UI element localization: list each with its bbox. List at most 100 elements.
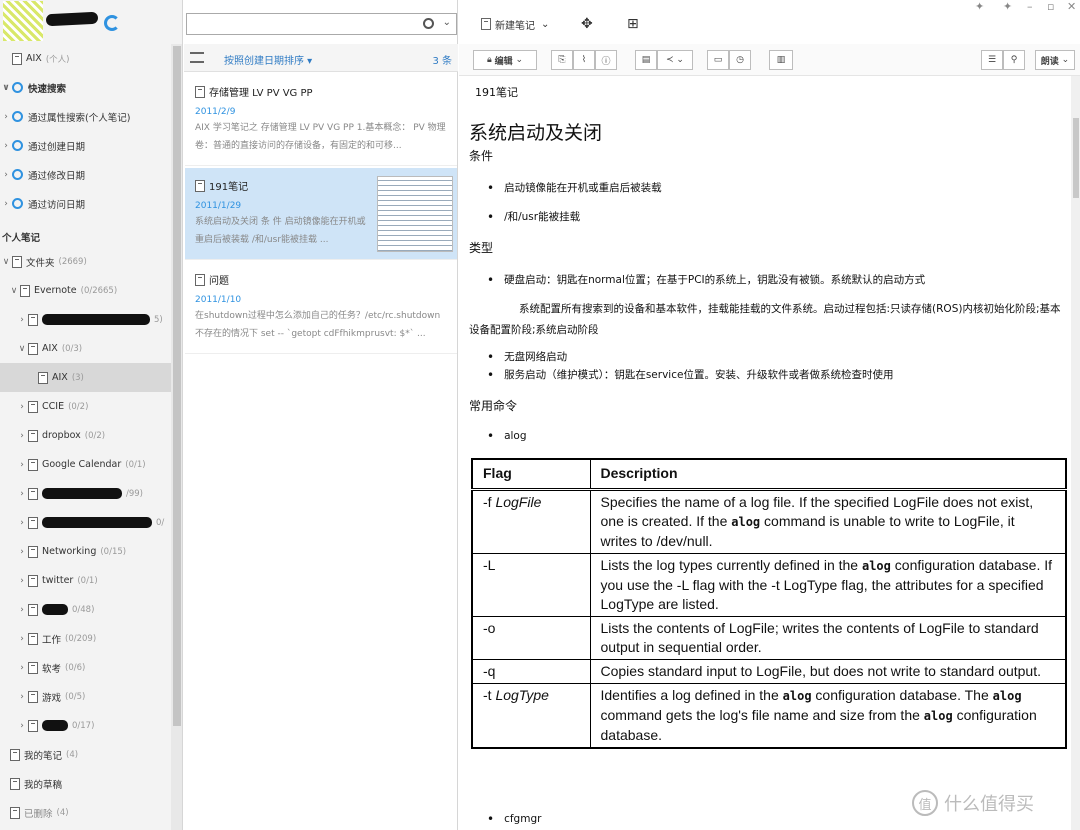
- note-item[interactable]: 存储管理 LV PV VG PP 2011/2/9 AIX 学习笔记之 存储管理…: [185, 74, 457, 166]
- info-icon[interactable]: ⓘ: [595, 50, 617, 70]
- maximize-icon[interactable]: ▫: [1047, 0, 1054, 13]
- label: Google Calendar: [42, 459, 122, 470]
- redaction: [42, 604, 68, 615]
- pin-icon[interactable]: ✦: [975, 0, 984, 13]
- count: (0/6): [65, 662, 86, 673]
- quick-search-item[interactable]: › 通过属性搜索(个人笔记): [0, 102, 171, 131]
- description-cell: Identifies a log defined in the alog con…: [589, 682, 1067, 748]
- account-header: [0, 0, 182, 44]
- outline-icon[interactable]: ☰: [981, 50, 1003, 70]
- quick-search-header[interactable]: ∨ 快速搜索: [0, 73, 171, 102]
- sidebar-item-redacted[interactable]: › 5): [0, 305, 171, 334]
- quick-search-item[interactable]: › 通过创建日期: [0, 131, 171, 160]
- sidebar-item-work[interactable]: › 工作 (0/209): [0, 624, 171, 653]
- bullet-item: 硬盘启动：钥匙在normal位置；在基于PCI的系统上，钥匙没有被锁。系统默认的…: [487, 272, 925, 287]
- sort-dropdown[interactable]: 按照创建日期排序 ▾: [224, 52, 312, 67]
- sidebar-item-deleted[interactable]: 已删除 (4): [0, 798, 171, 827]
- sidebar-item-aix[interactable]: ∨ AIX (0/3): [0, 334, 171, 363]
- sidebar-item-aix-personal[interactable]: AIX (个人): [0, 44, 171, 73]
- note-icon: [195, 85, 205, 98]
- bullet-item: /和/usr能被挂载: [487, 209, 580, 224]
- table-row: -q Copies standard input to LogFile, but…: [471, 658, 1067, 684]
- bullet-item: 无盘网络启动: [487, 349, 567, 364]
- move-icon[interactable]: ✥: [581, 13, 593, 35]
- content-scroll-thumb[interactable]: [1073, 118, 1079, 198]
- read-aloud-button[interactable]: 朗读 ⌄: [1035, 50, 1075, 70]
- watermark-logo: 值: [912, 790, 938, 816]
- column-header: Description: [589, 458, 1067, 491]
- sidebar-item-drafts[interactable]: 我的草稿: [0, 769, 171, 798]
- sidebar-item-networking[interactable]: › Networking (0/15): [0, 537, 171, 566]
- sidebar-item-my-notes[interactable]: 我的笔记 (4): [0, 740, 171, 769]
- sidebar-item-twitter[interactable]: › twitter (0/1): [0, 566, 171, 595]
- search-input[interactable]: ⌄: [186, 13, 457, 35]
- table-row: -o Lists the contents of LogFile; writes…: [471, 615, 1067, 660]
- sort-label: 按照创建日期排序: [224, 56, 304, 67]
- label: 我的草稿: [24, 779, 63, 791]
- sync-icon[interactable]: [104, 15, 120, 31]
- chevron-down-icon[interactable]: ⌄: [443, 17, 451, 28]
- sidebar-item-game[interactable]: › 游戏 (0/5): [0, 682, 171, 711]
- count: (0/209): [65, 633, 97, 644]
- label: AIX: [26, 53, 42, 64]
- trash-icon[interactable]: ▥: [769, 50, 793, 70]
- archive-icon[interactable]: ▤: [635, 50, 657, 70]
- sort-icon[interactable]: [190, 52, 204, 63]
- label: 朗读: [1040, 56, 1059, 67]
- sidebar-item-redacted[interactable]: › 0/: [0, 508, 171, 537]
- sidebar-item-google-calendar[interactable]: › Google Calendar (0/1): [0, 450, 171, 479]
- label: Networking: [42, 546, 97, 557]
- close-icon[interactable]: ✕: [1067, 0, 1076, 13]
- edit-button[interactable]: 🔒︎ 编辑 ⌄: [473, 50, 537, 70]
- note-title-field[interactable]: 191笔记: [475, 84, 518, 100]
- clock-icon[interactable]: ◷: [729, 50, 751, 70]
- section-heading: 常用命令: [469, 399, 518, 413]
- note-item[interactable]: 问题 2011/1/10 在shutdown过程中怎么添加自己的任务？/etc/…: [185, 262, 457, 354]
- bullet-text: 服务启动（维护模式）：钥匙在service位置。安装、升级软件或者做系统检查时使…: [504, 369, 894, 381]
- sidebar: AIX (个人) ∨ 快速搜索 › 通过属性搜索(个人笔记) › 通过创建日期 › 通过修…: [0, 0, 183, 830]
- bullet-item: cfgmgr: [487, 812, 541, 826]
- notebook-icon: [20, 284, 30, 297]
- sidebar-item-evernote[interactable]: ∨ Evernote (0/2665): [0, 276, 171, 305]
- zoom-icon[interactable]: ⚲: [1003, 50, 1025, 70]
- search-icon: [12, 140, 23, 151]
- sidebar-item-redacted[interactable]: › 0/48): [0, 595, 171, 624]
- minimize-icon[interactable]: –: [1027, 0, 1033, 13]
- sidebar-scroll-thumb[interactable]: [173, 46, 181, 726]
- grid-view-icon[interactable]: ⊞: [627, 13, 639, 35]
- settings-icon[interactable]: ✦: [1003, 0, 1012, 13]
- count: (0/1): [77, 575, 98, 586]
- count: (个人): [45, 54, 70, 65]
- comment-icon[interactable]: ▭: [707, 50, 729, 70]
- note-item[interactable]: 191笔记 2011/1/29 系统启动及关闭 条 件 启动镜像能在开机或重启后…: [185, 168, 457, 260]
- sidebar-item-ccie[interactable]: › CCIE (0/2): [0, 392, 171, 421]
- notebook-icon: [28, 429, 38, 442]
- count: (4): [66, 749, 79, 760]
- note-icon: [195, 179, 205, 192]
- sidebar-item-redacted[interactable]: ›/99): [0, 479, 171, 508]
- redaction: [42, 517, 152, 528]
- sidebar-item-redacted[interactable]: › 0/17): [0, 711, 171, 740]
- label: 已删除: [24, 808, 53, 820]
- column-header: Flag: [471, 458, 591, 491]
- count: (0/2): [68, 401, 89, 412]
- label: dropbox: [42, 430, 81, 441]
- description-cell: Specifies the name of a log file. If the…: [589, 488, 1067, 554]
- avatar[interactable]: [3, 1, 43, 41]
- new-note-button[interactable]: 新建笔记 ⌄: [481, 13, 549, 35]
- bookmark-icon[interactable]: ⎘: [551, 50, 573, 70]
- quick-search-item[interactable]: › 通过访问日期: [0, 189, 171, 218]
- search-icon[interactable]: [423, 18, 434, 29]
- count: (0/15): [100, 546, 127, 557]
- label: 软考: [42, 663, 62, 675]
- note-content[interactable]: 191笔记 系统启动及关闭 条件 启动镜像能在开机或重启后被装载 /和/usr能…: [467, 76, 1070, 830]
- notebook-icon: [38, 371, 48, 384]
- quick-search-item[interactable]: › 通过修改日期: [0, 160, 171, 189]
- sidebar-item-dropbox[interactable]: › dropbox (0/2): [0, 421, 171, 450]
- sidebar-item-exam[interactable]: › 软考 (0/6): [0, 653, 171, 682]
- sidebar-item-folder[interactable]: ∨ 文件夹 (2669): [0, 247, 171, 276]
- folder-icon: [12, 255, 22, 268]
- sidebar-item-aix-notebook[interactable]: AIX (3): [0, 363, 171, 392]
- attachment-icon[interactable]: ⌇: [573, 50, 595, 70]
- share-icon[interactable]: ≺ ⌄: [657, 50, 693, 70]
